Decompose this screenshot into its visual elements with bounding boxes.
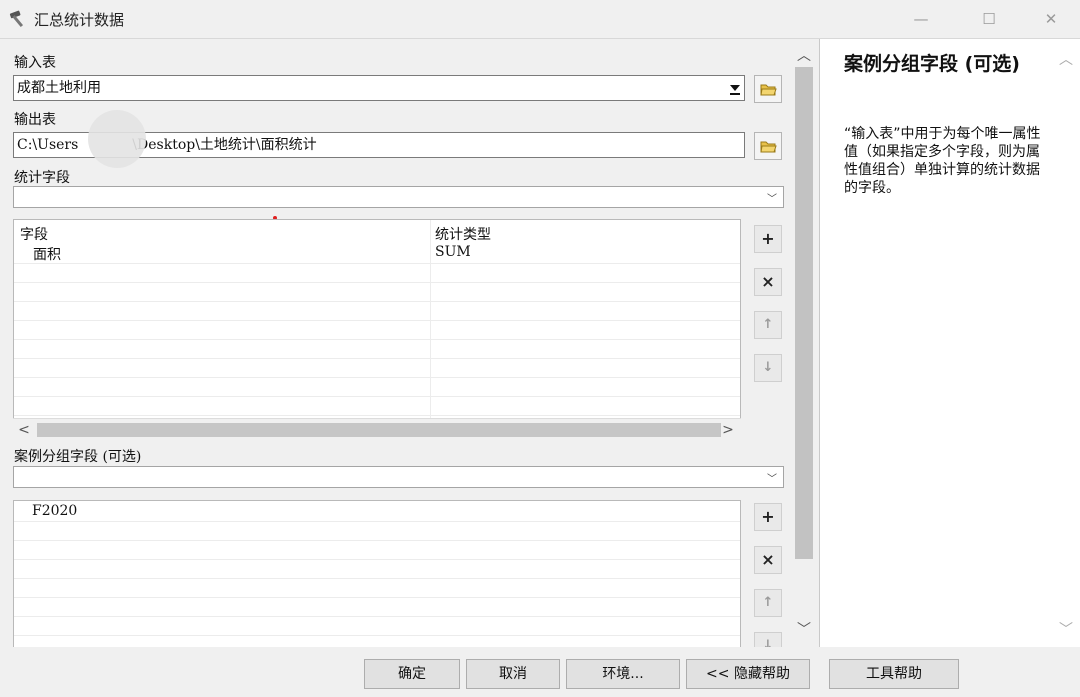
grid-column-separator — [430, 220, 431, 440]
help-scroll-up-icon[interactable]: ︿ — [1056, 49, 1076, 69]
close-button[interactable]: ✕ — [1028, 6, 1074, 32]
window-title: 汇总统计数据 — [34, 11, 125, 29]
dropdown-arrow-icon[interactable] — [729, 83, 741, 95]
scroll-right-icon[interactable]: > — [721, 422, 735, 438]
grid-horizontal-scrollbar[interactable]: < > — [13, 418, 741, 441]
scroll-down-icon[interactable]: ﹀ — [794, 619, 814, 639]
title-bar: 汇总统计数据 — ☐ ✕ — [0, 0, 1080, 38]
tool-form: 输入表 成都土地利用 输出表 C:\Users \Desktop\土地统计\面积统… — [0, 39, 818, 647]
scroll-left-icon[interactable]: < — [17, 422, 31, 438]
horizontal-scroll-thumb[interactable] — [37, 423, 721, 437]
grid-header-field[interactable]: 字段 — [20, 224, 48, 244]
help-panel: 案例分组字段 (可选) “输入表”中用于为每个唯一属性值（如果指定多个字段，则为… — [819, 39, 1080, 647]
list-item[interactable]: F2020 — [32, 503, 77, 519]
add-stat-button[interactable]: + — [754, 225, 782, 253]
redaction-blur — [88, 110, 146, 168]
case-field-list[interactable]: F2020 — [13, 500, 741, 647]
ok-button[interactable]: 确定 — [364, 659, 460, 689]
stats-field-combo[interactable]: ﹀ — [13, 186, 784, 208]
browse-input-button[interactable] — [754, 75, 782, 103]
chevron-down-icon: ﹀ — [767, 194, 777, 205]
grid-header-stat-type[interactable]: 统计类型 — [435, 224, 491, 244]
remove-stat-button[interactable]: × — [754, 268, 782, 296]
cancel-button[interactable]: 取消 — [466, 659, 560, 689]
maximize-button[interactable]: ☐ — [966, 6, 1012, 32]
vertical-scroll-thumb[interactable] — [795, 67, 813, 559]
output-path-start: C:\Users — [17, 137, 79, 153]
remove-case-button[interactable]: × — [754, 546, 782, 574]
folder-open-icon — [760, 84, 777, 96]
help-scroll-down-icon[interactable]: ﹀ — [1056, 619, 1076, 639]
hide-help-button[interactable]: << 隐藏帮助 — [686, 659, 810, 689]
move-down-button[interactable]: ↓ — [754, 354, 782, 382]
add-case-button[interactable]: + — [754, 503, 782, 531]
hammer-icon — [9, 10, 24, 28]
output-table-label: 输出表 — [14, 112, 56, 128]
case-field-label: 案例分组字段 (可选) — [14, 449, 142, 465]
help-body: “输入表”中用于为每个唯一属性值（如果指定多个字段，则为属性值组合）单独计算的统… — [844, 126, 1041, 196]
input-table-label: 输入表 — [14, 55, 56, 71]
browse-output-button[interactable] — [754, 132, 782, 160]
stats-grid[interactable]: 字段 统计类型 面积 SUM — [13, 219, 741, 441]
move-up-button[interactable]: ↑ — [754, 311, 782, 339]
stats-field-label: 统计字段 — [14, 170, 70, 186]
button-bar: 确定 取消 环境... << 隐藏帮助 工具帮助 — [0, 647, 1080, 697]
form-vertical-scrollbar[interactable]: ︿ ﹀ — [792, 39, 816, 647]
output-path-end: \Desktop\土地统计\面积统计 — [132, 137, 317, 153]
scroll-up-icon[interactable]: ︿ — [794, 45, 814, 65]
move-case-up-button[interactable]: ↑ — [754, 589, 782, 617]
minimize-button[interactable]: — — [898, 6, 944, 32]
input-table-combo[interactable]: 成都土地利用 — [13, 75, 745, 101]
grid-cell-field[interactable]: 面积 — [33, 244, 61, 264]
grid-cell-stat-type[interactable]: SUM — [435, 244, 471, 260]
chevron-down-icon: ﹀ — [767, 474, 777, 485]
help-title: 案例分组字段 (可选) — [844, 53, 1020, 75]
folder-open-icon — [760, 141, 777, 153]
move-case-down-button[interactable]: ↓ — [754, 632, 782, 647]
tool-help-button[interactable]: 工具帮助 — [829, 659, 959, 689]
environments-button[interactable]: 环境... — [566, 659, 680, 689]
input-table-value: 成都土地利用 — [17, 80, 101, 96]
case-field-combo[interactable]: ﹀ — [13, 466, 784, 488]
